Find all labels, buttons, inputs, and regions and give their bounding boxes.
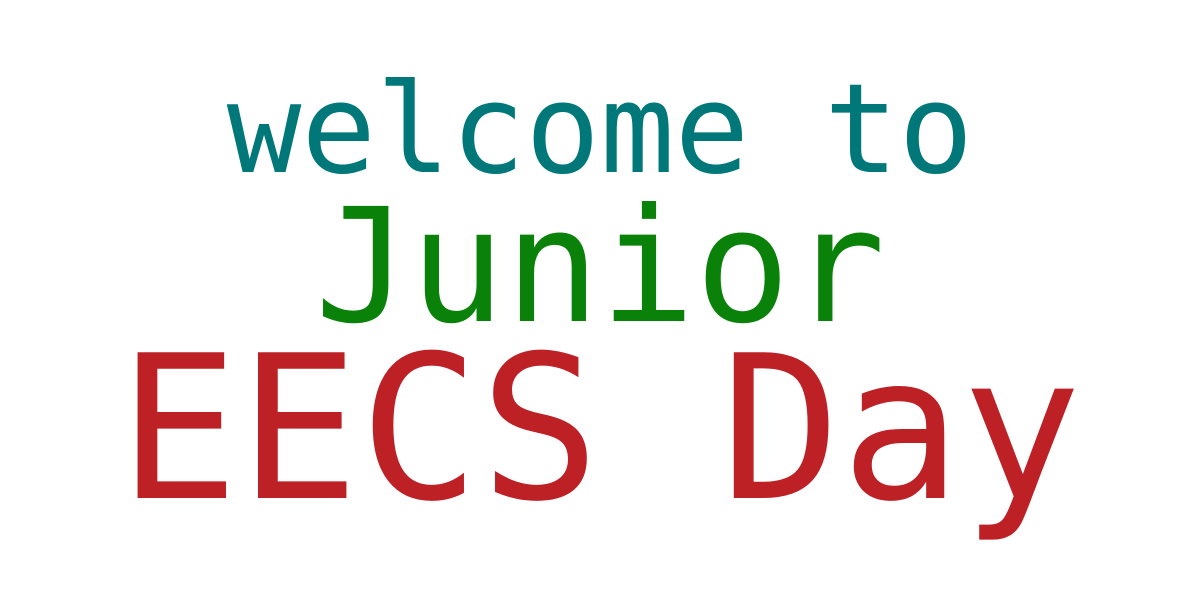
- welcome-banner: welcome to Junior EECS Day: [0, 0, 1200, 600]
- welcome-line: welcome to: [226, 58, 974, 202]
- eecs-day-line: EECS Day: [118, 313, 1082, 546]
